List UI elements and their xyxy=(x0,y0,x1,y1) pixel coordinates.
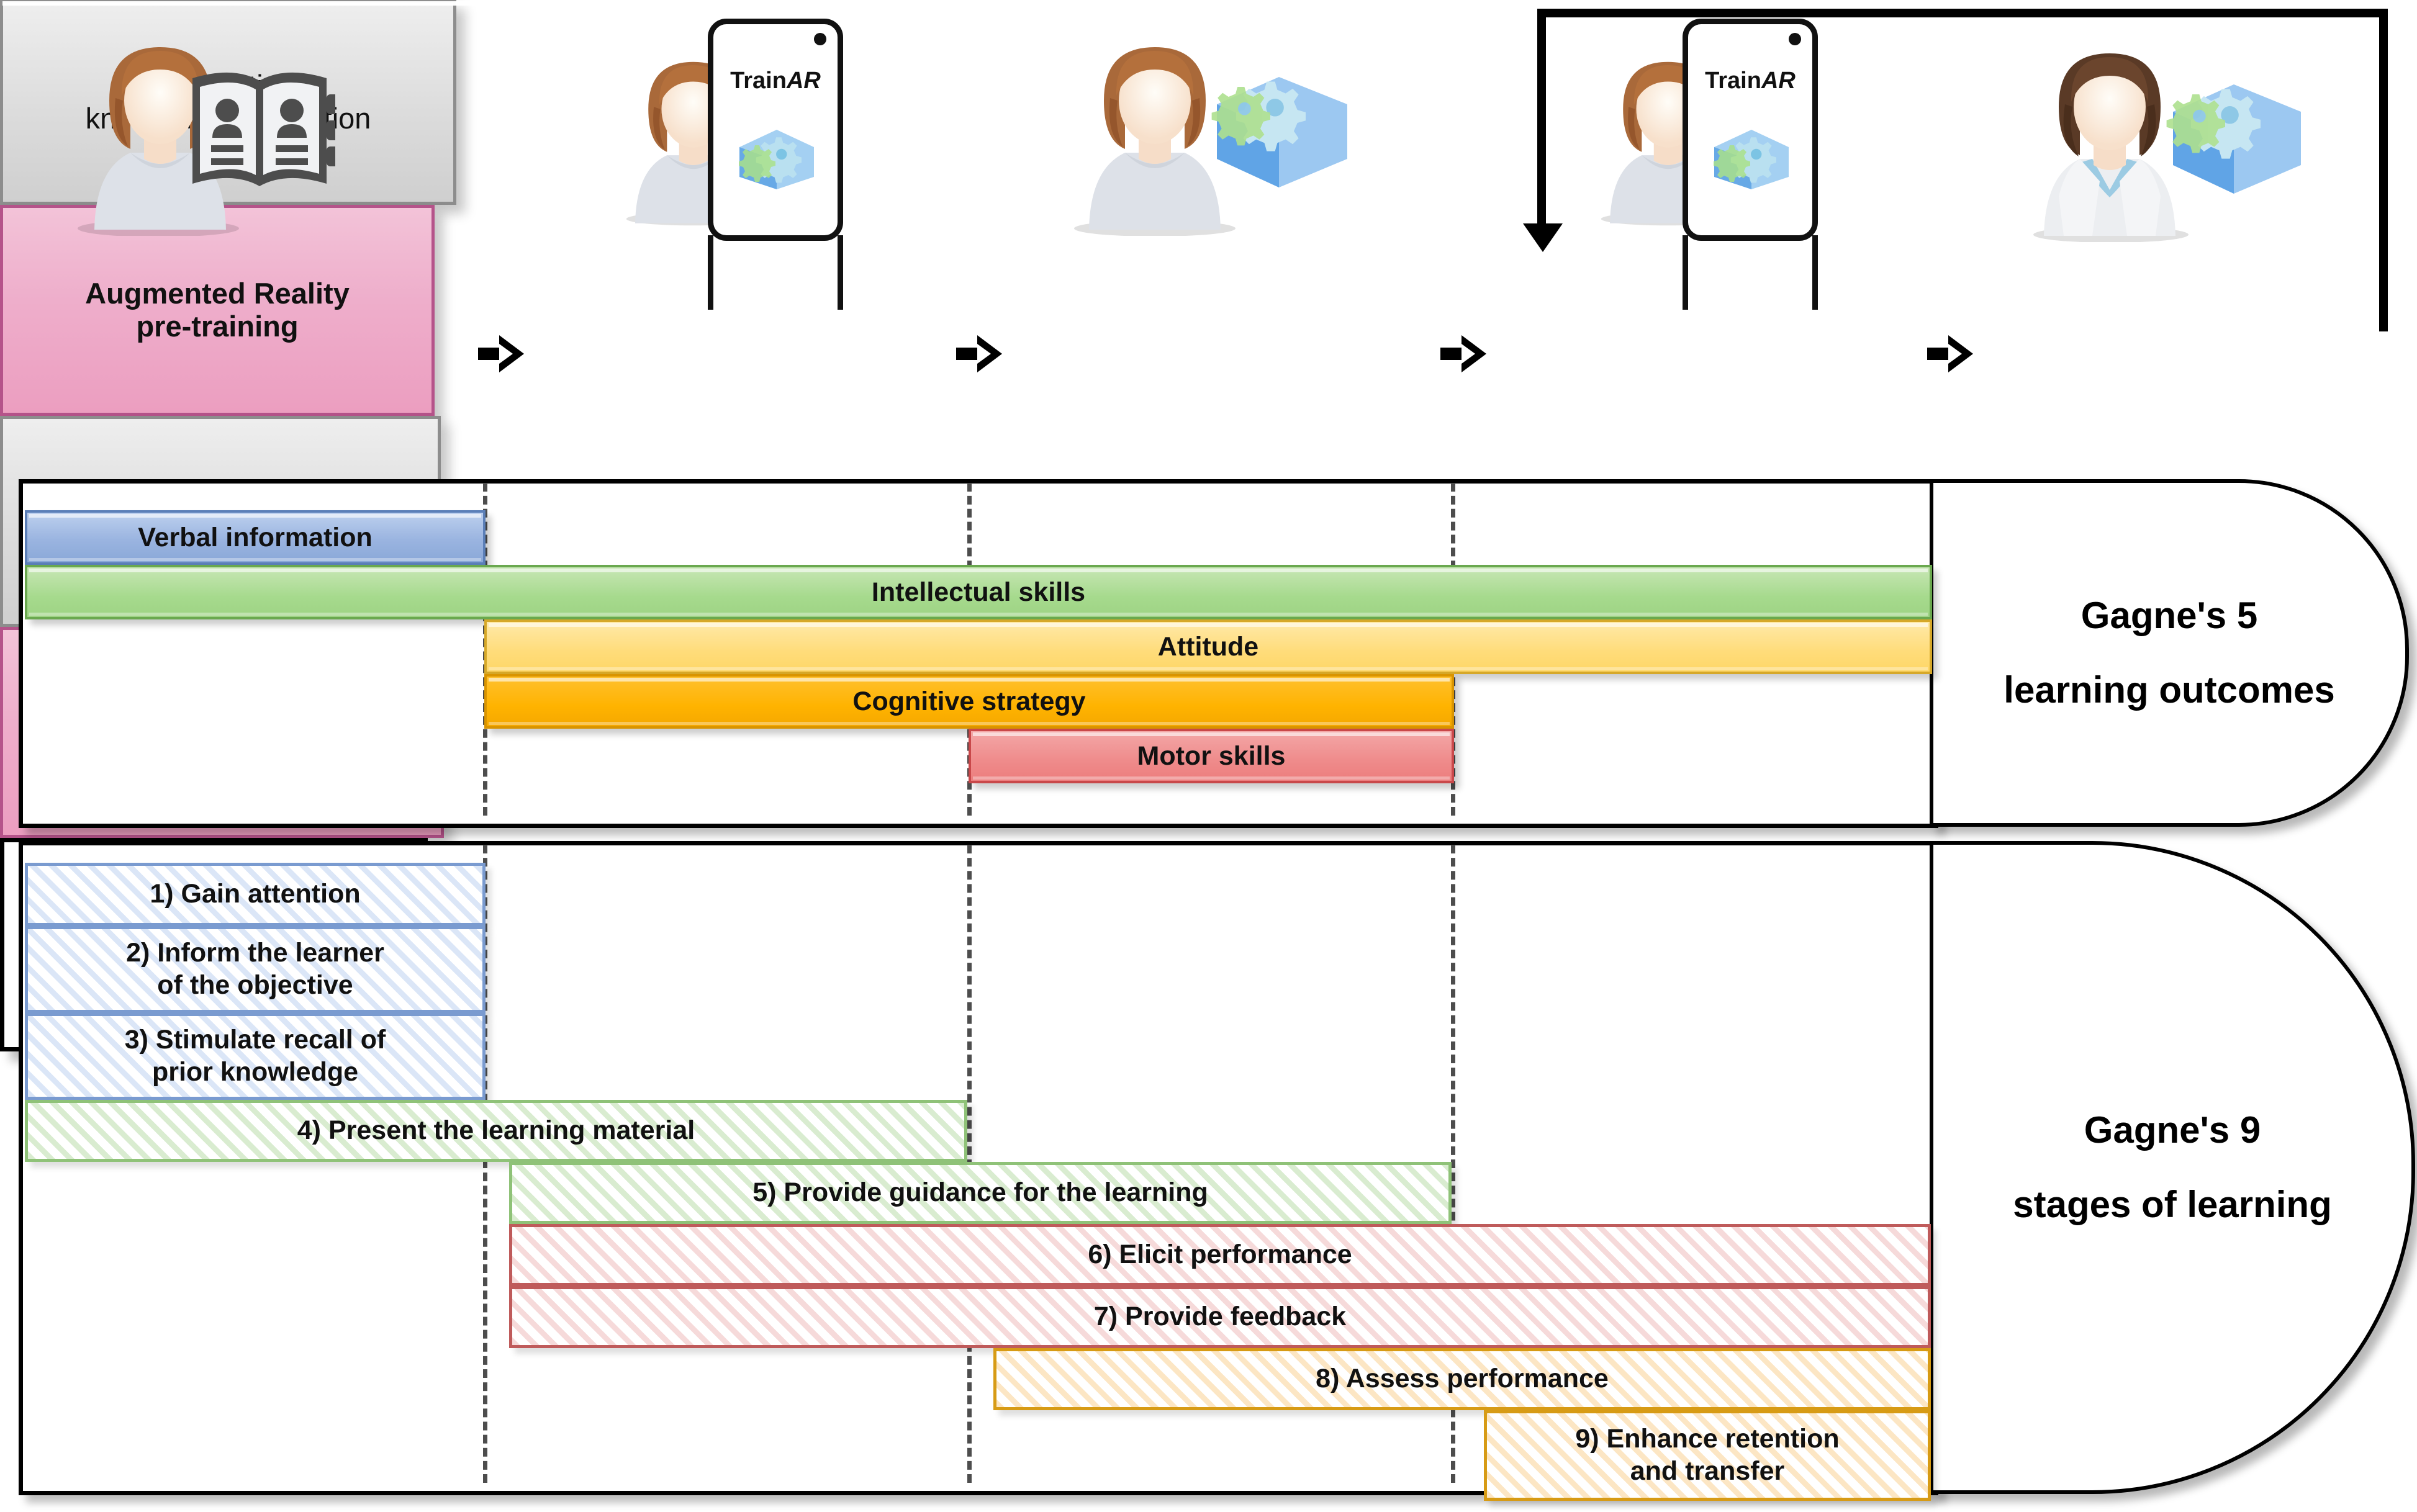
ar-cube-icon xyxy=(739,130,814,189)
outcome-label-attitude: Attitude xyxy=(1157,631,1259,662)
stage-bar-8[interactable]: 8) Assess performance xyxy=(993,1348,1931,1410)
outcomes-capsule-line1: Gagne's 5 xyxy=(2080,595,2258,636)
diagram-canvas: TrainAR TrainAR Augmented Reality pre-tr… xyxy=(0,0,2417,1512)
person-with-book-icon xyxy=(68,31,339,237)
feedback-loop-right-segment xyxy=(2379,9,2388,331)
phone-camera-dot-icon xyxy=(1789,33,1801,45)
outcomes-capsule-line2: learning outcomes xyxy=(2004,669,2335,711)
phone-stem-right xyxy=(838,235,843,310)
stage-bar-9[interactable]: 9) Enhance retention and transfer xyxy=(1484,1410,1931,1501)
outcome-bar-motor-skills[interactable]: Motor skills xyxy=(969,729,1454,783)
stage-label-3: 3) Stimulate recall of prior knowledge xyxy=(124,1025,386,1087)
stage-label-1: 1) Gain attention xyxy=(150,879,361,909)
stage-bar-5[interactable]: 5) Provide guidance for the learning xyxy=(509,1162,1452,1224)
trainar-phone-retention-icon: TrainAR xyxy=(1683,19,1818,310)
professional-person-icon xyxy=(2018,37,2310,243)
feedback-loop-left-segment xyxy=(1537,9,1546,232)
stage-bar-2[interactable]: 2) Inform the learner of the objective xyxy=(25,926,486,1013)
phone-camera-dot-icon xyxy=(814,33,826,45)
phone-stem-right xyxy=(1812,235,1818,310)
outcome-label-verbal-information: Verbal information xyxy=(138,522,373,552)
stage-label-9: 9) Enhance retention and transfer xyxy=(1575,1424,1840,1486)
outcome-label-intellectual-skills: Intellectual skills xyxy=(871,577,1086,607)
phone-stem-left xyxy=(708,235,713,310)
outcome-bar-intellectual-skills[interactable]: Intellectual skills xyxy=(25,565,1932,619)
stage-bar-3[interactable]: 3) Stimulate recall of prior knowledge xyxy=(25,1013,486,1100)
phone-stem-left xyxy=(1683,235,1688,310)
stages-lane-capsule: Gagne's 9 stages of learning xyxy=(1930,841,2415,1494)
outcome-bar-attitude[interactable]: Attitude xyxy=(484,619,1932,674)
stage-label-8: 8) Assess performance xyxy=(1316,1364,1609,1394)
trainar-phone-icon: TrainAR xyxy=(708,19,843,310)
feedback-loop-arrowhead-icon xyxy=(1523,223,1563,252)
stage-label-4: 4) Present the learning material xyxy=(297,1115,695,1146)
stage-label-7: 7) Provide feedback xyxy=(1093,1302,1347,1332)
stage-label-5: 5) Provide guidance for the learning xyxy=(752,1177,1208,1208)
outcomes-lane-capsule: Gagne's 5 learning outcomes xyxy=(1930,479,2409,827)
stage-bar-7[interactable]: 7) Provide feedback xyxy=(509,1286,1931,1348)
trainar-wordmark: TrainAR xyxy=(730,68,821,94)
stage-label-2: 2) Inform the learner of the objective xyxy=(126,938,384,1000)
feedback-loop-top-segment xyxy=(1537,9,2388,17)
stages-capsule-line2: stages of learning xyxy=(2013,1184,2332,1225)
process-box-ar-pretraining[interactable]: Augmented Reality pre-training xyxy=(0,205,435,416)
trainar-wordmark: TrainAR xyxy=(1705,68,1796,94)
person-onsite-training-icon xyxy=(1055,31,1353,236)
outcome-bar-verbal-information[interactable]: Verbal information xyxy=(25,510,486,565)
stage-bar-1[interactable]: 1) Gain attention xyxy=(25,863,486,926)
outcome-bar-cognitive-strategy[interactable]: Cognitive strategy xyxy=(484,674,1454,729)
stage-bar-4[interactable]: 4) Present the learning material xyxy=(25,1100,967,1162)
stages-capsule-line1: Gagne's 9 xyxy=(2084,1109,2261,1151)
outcome-label-cognitive-strategy: Cognitive strategy xyxy=(852,686,1086,716)
process-label-ar-pretraining: Augmented Reality pre-training xyxy=(85,277,350,343)
outcome-label-motor-skills: Motor skills xyxy=(1137,740,1286,771)
ar-cube-icon xyxy=(1714,130,1789,189)
stage-label-6: 6) Elicit performance xyxy=(1088,1240,1352,1270)
stage-bar-6[interactable]: 6) Elicit performance xyxy=(509,1224,1931,1286)
